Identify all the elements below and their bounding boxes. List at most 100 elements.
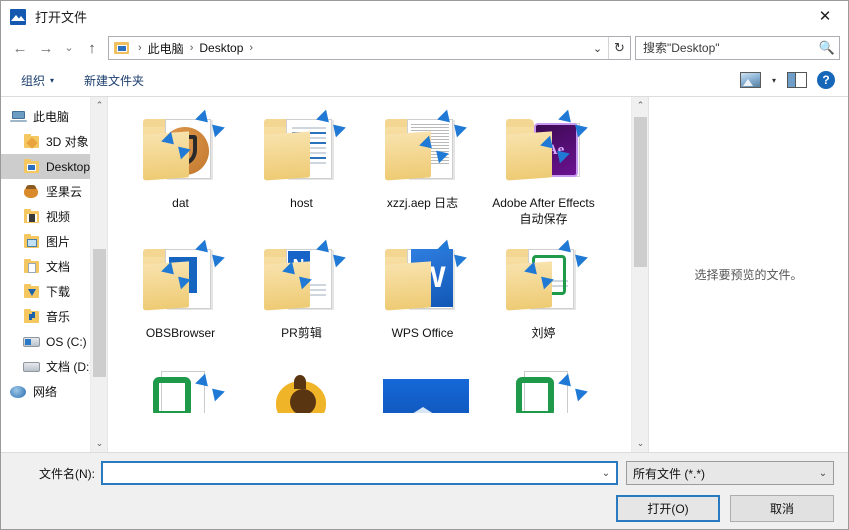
sidebar-item-label: 文档	[46, 260, 71, 274]
search-box[interactable]: 🔍	[635, 36, 840, 60]
folder-pictures-icon	[23, 233, 41, 250]
folder-liuting-icon	[498, 239, 590, 319]
view-thumbnail-icon[interactable]	[735, 69, 766, 91]
sidebar-item-label: OS (C:)	[46, 334, 87, 349]
chevron-down-icon[interactable]: ⌄	[91, 435, 107, 452]
folder-videos-icon	[23, 208, 41, 225]
open-button[interactable]: 打开(O)	[616, 495, 720, 522]
sidebar-item-label: 网络	[33, 385, 58, 399]
sidebar-item-label: 音乐	[46, 310, 71, 324]
file-type-combobox[interactable]: 所有文件 (*.*) ⌄	[626, 461, 834, 485]
file-item[interactable]: W WPS Office	[362, 235, 483, 365]
network-icon	[10, 384, 28, 400]
preview-pane-icon[interactable]	[782, 69, 812, 91]
file-item[interactable]: N PR剪辑	[241, 235, 362, 365]
footer-button-row: 打开(O) 取消	[15, 485, 834, 522]
breadcrumb-item-this-pc[interactable]: 此电脑	[147, 40, 185, 57]
sidebar-scrollbar-thumb[interactable]	[93, 249, 106, 377]
folder-desktop-icon	[23, 158, 41, 175]
open-file-dialog: 打开文件 ✕ ← → ⌄ ↑ › 此电脑 › Desktop › ⌄ ↻ 🔍	[0, 0, 849, 530]
refresh-icon[interactable]: ↻	[608, 37, 630, 59]
help-icon[interactable]: ?	[812, 68, 840, 92]
green-app-icon	[135, 371, 227, 413]
recent-locations-button[interactable]: ⌄	[59, 36, 79, 60]
file-list-scrollbar[interactable]: ⌃ ⌄	[631, 97, 648, 452]
chevron-down-icon[interactable]: ⌄	[596, 468, 616, 479]
green-app-icon	[498, 371, 590, 413]
search-icon[interactable]: 🔍	[815, 40, 839, 56]
chevron-down-icon: ▾	[50, 75, 55, 85]
preview-pane: 选择要预览的文件。	[648, 97, 848, 452]
breadcrumb: › 此电脑 › Desktop ›	[109, 40, 587, 57]
sidebar-item-label: 视频	[46, 210, 71, 224]
desktop-folder-icon	[114, 41, 130, 55]
sidebar-item-label: 坚果云	[46, 185, 83, 199]
sidebar-scrollbar[interactable]: ⌃ ⌄	[90, 97, 107, 452]
file-item[interactable]: dat	[120, 105, 241, 235]
folder-after-effects-icon: Ae	[498, 109, 590, 189]
sidebar-item-label: Desktop	[46, 159, 91, 174]
address-bar[interactable]: › 此电脑 › Desktop › ⌄ ↻	[108, 36, 631, 60]
file-name-label: xzzj.aep 日志	[386, 196, 459, 210]
file-list-scrollbar-thumb[interactable]	[634, 117, 647, 267]
back-button[interactable]: ←	[7, 36, 33, 60]
file-item[interactable]	[483, 365, 604, 413]
folder-text-icon	[377, 109, 469, 189]
file-name-combobox[interactable]: ⌄	[101, 461, 618, 485]
file-item[interactable]: Ae Adobe After Effects 自动保存	[483, 105, 604, 235]
navigation-pane: 此电脑 3D 对象 Desktop 坚果云 视频 图片 文档 下载 音乐 OS …	[1, 97, 107, 452]
file-item[interactable]: 刘婷	[483, 235, 604, 365]
chevron-up-icon[interactable]: ⌃	[91, 97, 107, 114]
folder-dat-icon	[135, 109, 227, 189]
search-input[interactable]	[636, 41, 815, 55]
file-grid: dat host xzzj.aep 日志 Ae Adobe After Effe…	[108, 97, 631, 452]
up-button[interactable]: ↑	[79, 36, 105, 60]
file-item[interactable]: host	[241, 105, 362, 235]
organize-button[interactable]: 组织 ▾	[15, 69, 60, 92]
forward-button[interactable]: →	[33, 36, 59, 60]
new-folder-label: 新建文件夹	[84, 73, 145, 88]
footer-input-row: 文件名(N): ⌄ 所有文件 (*.*) ⌄	[15, 453, 834, 485]
cancel-button[interactable]: 取消	[730, 495, 834, 522]
file-name-label-static: 文件名(N):	[39, 466, 95, 481]
folder-premiere-icon: N	[256, 239, 348, 319]
window-title: 打开文件	[35, 10, 88, 25]
chevron-down-icon[interactable]: ⌄	[632, 435, 648, 452]
breadcrumb-item-desktop[interactable]: Desktop	[198, 41, 244, 55]
chevron-down-icon[interactable]: ⌄	[587, 37, 608, 59]
sidebar-item-label: 此电脑	[33, 110, 70, 124]
file-name-label: PR剪辑	[281, 326, 322, 340]
file-item[interactable]: OBSBrowser	[120, 235, 241, 365]
sidebar-item-label: 3D 对象	[46, 135, 89, 149]
close-icon[interactable]: ✕	[802, 1, 848, 31]
file-item[interactable]	[241, 365, 362, 413]
chevron-down-icon[interactable]: ⌄	[813, 468, 833, 479]
dialog-body: 此电脑 3D 对象 Desktop 坚果云 视频 图片 文档 下载 音乐 OS …	[1, 97, 848, 453]
breadcrumb-separator: ›	[249, 42, 254, 54]
sidebar-item-label: 图片	[46, 235, 71, 249]
file-item[interactable]: xzzj.aep 日志	[362, 105, 483, 235]
file-name-input[interactable]	[103, 466, 596, 480]
organize-label: 组织	[21, 73, 46, 88]
folder-obsbrowser-icon	[135, 239, 227, 319]
new-folder-button[interactable]: 新建文件夹	[78, 69, 150, 92]
chevron-up-icon[interactable]: ⌃	[632, 97, 648, 114]
image-app-icon	[10, 8, 26, 25]
file-name-label: WPS Office	[391, 326, 454, 340]
navigation-bar: ← → ⌄ ↑ › 此电脑 › Desktop › ⌄ ↻ 🔍	[1, 32, 848, 64]
preview-message: 选择要预览的文件。	[694, 268, 803, 282]
blue-app-icon	[377, 371, 469, 413]
view-options-chevron-down-icon[interactable]: ▾	[766, 72, 782, 89]
file-name-label: dat	[172, 196, 189, 210]
folder-music-icon	[23, 308, 41, 325]
drive-os-icon	[23, 334, 41, 350]
file-item[interactable]	[120, 365, 241, 413]
folder-host-icon	[256, 109, 348, 189]
drive-documents-icon	[23, 359, 41, 375]
file-item[interactable]	[362, 365, 483, 413]
nutstore-icon	[23, 184, 41, 200]
folder-downloads-icon	[23, 283, 41, 300]
file-name-label: 刘婷	[531, 326, 556, 340]
file-name-label: OBSBrowser	[145, 326, 216, 340]
sidebar-item-label: 文档 (D:)	[46, 360, 94, 374]
